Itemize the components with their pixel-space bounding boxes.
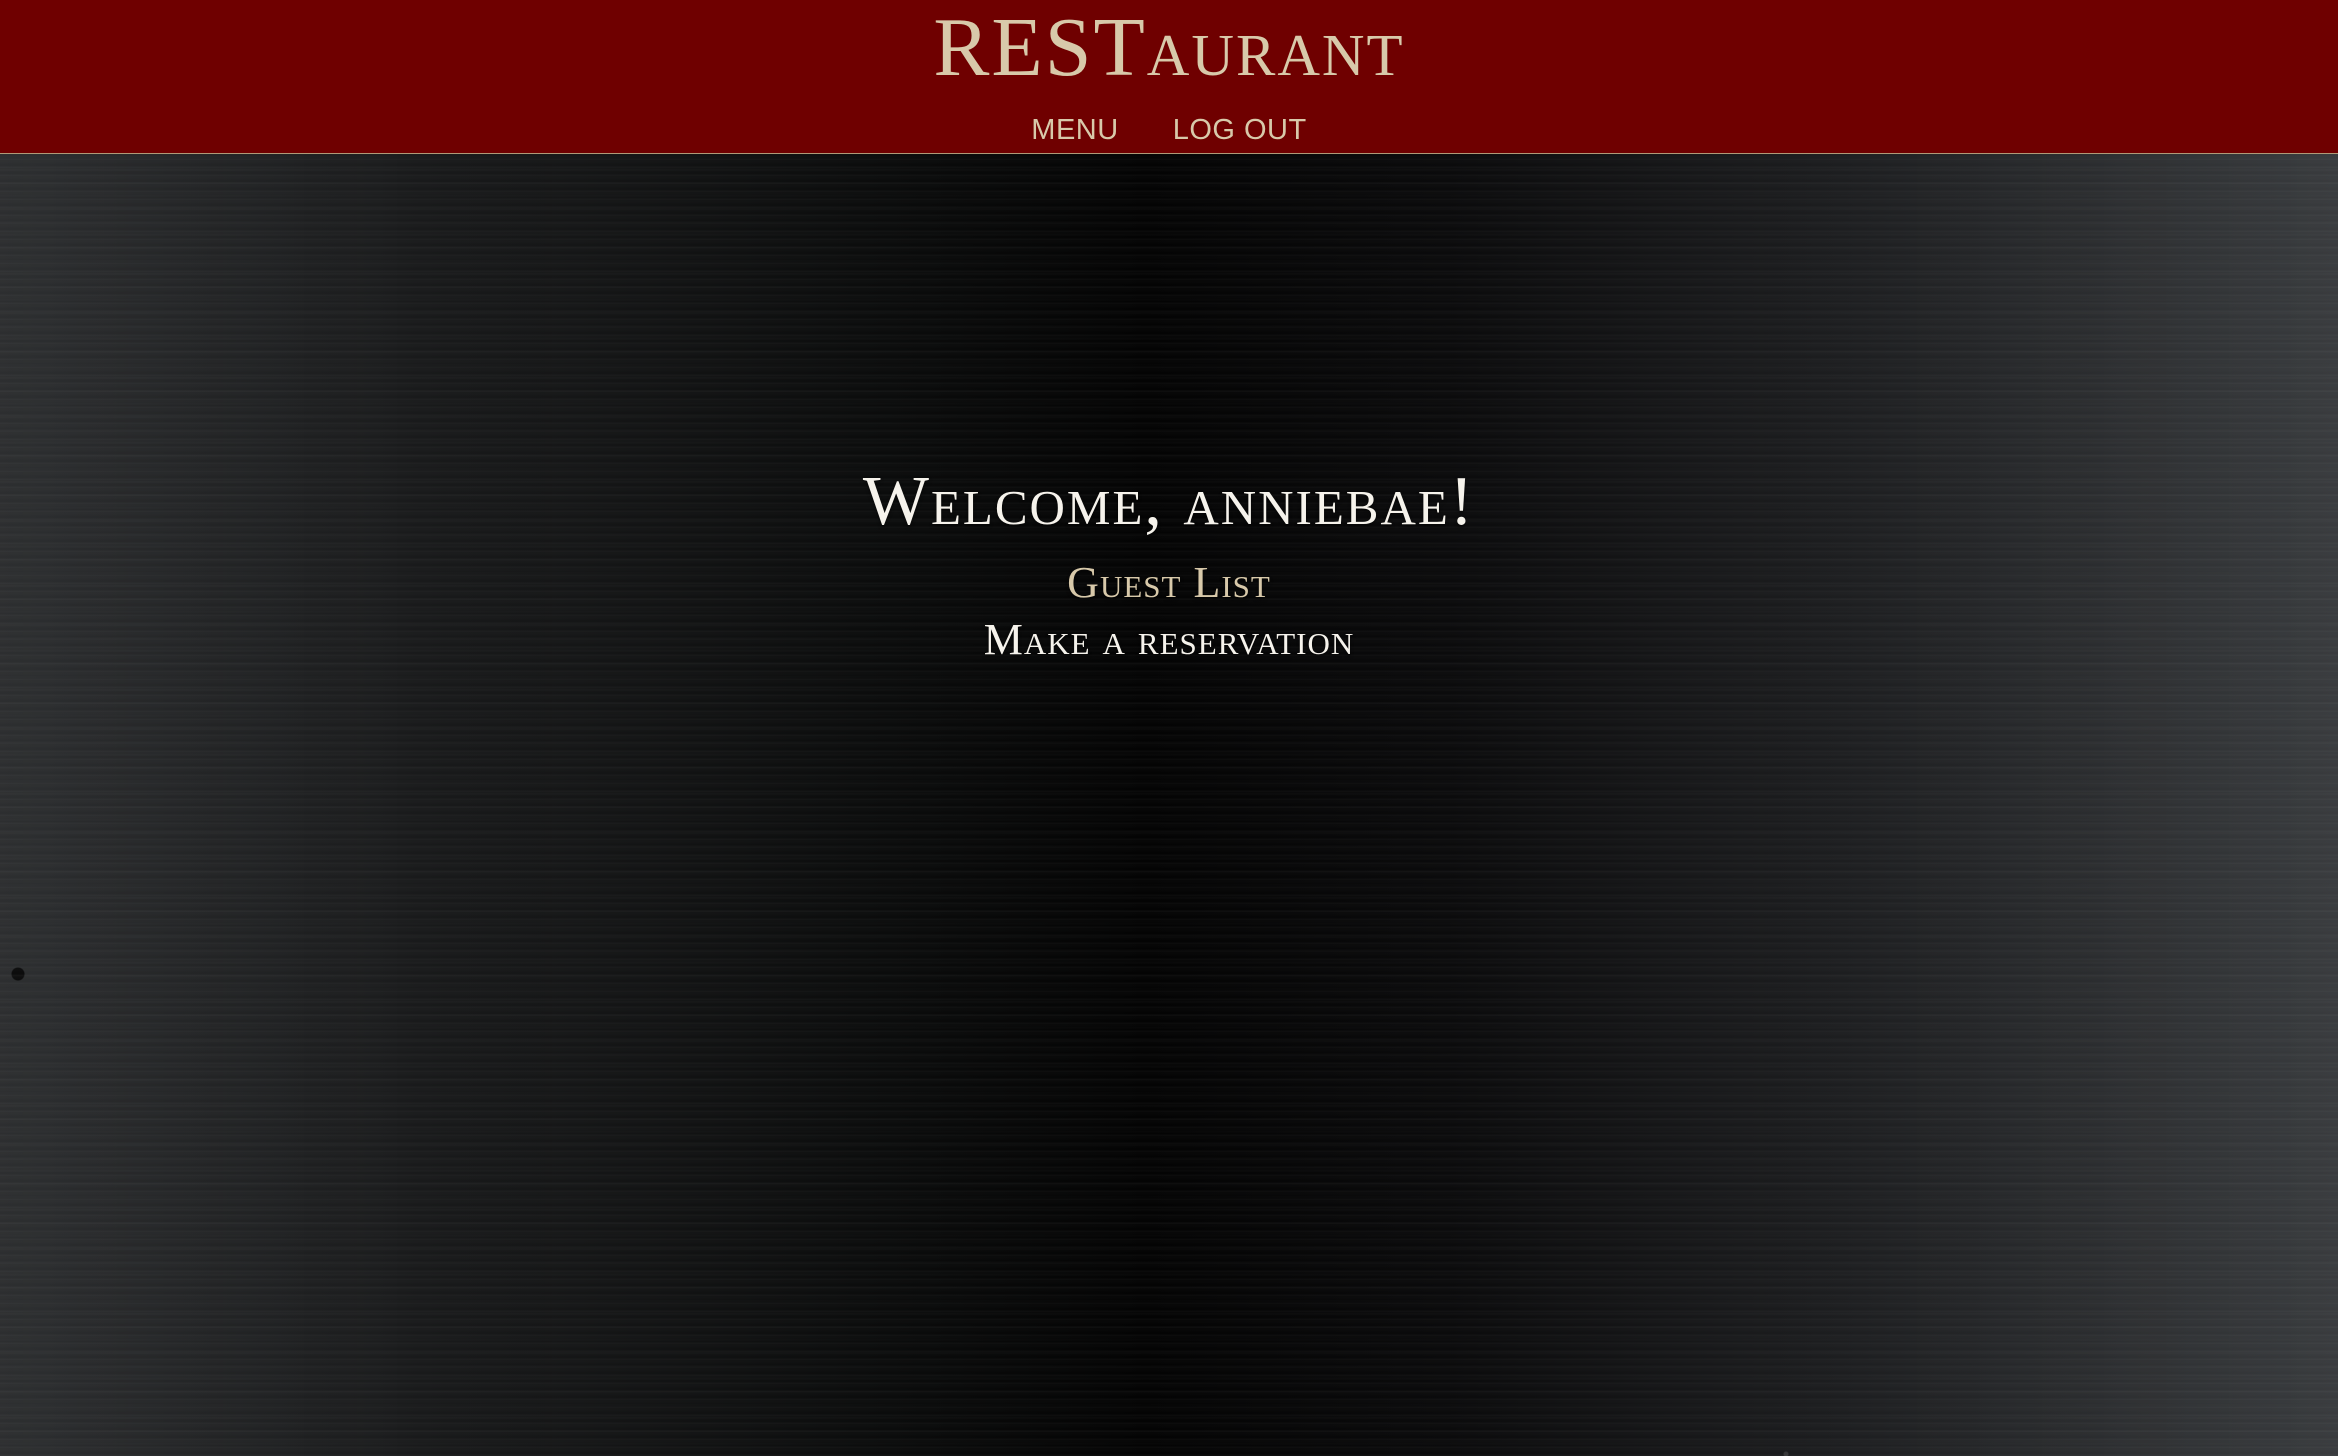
action-links: Guest List Make a reservation — [0, 556, 2338, 668]
top-header: RESTaurant MENU LOG OUT — [0, 0, 2338, 154]
guest-list-link[interactable]: Guest List — [1067, 556, 1271, 610]
hero-section: Welcome, anniebae! Guest List Make a res… — [0, 154, 2338, 1456]
welcome-panel: Welcome, anniebae! Guest List Make a res… — [0, 454, 2338, 668]
nav-menu-link[interactable]: MENU — [1031, 110, 1118, 150]
nav-logout-link[interactable]: LOG OUT — [1173, 110, 1307, 150]
welcome-heading: Welcome, anniebae! — [862, 463, 1476, 540]
main-nav: MENU LOG OUT — [0, 110, 2338, 150]
site-logo: RESTaurant — [933, 1, 1405, 94]
make-reservation-link[interactable]: Make a reservation — [984, 612, 1355, 668]
